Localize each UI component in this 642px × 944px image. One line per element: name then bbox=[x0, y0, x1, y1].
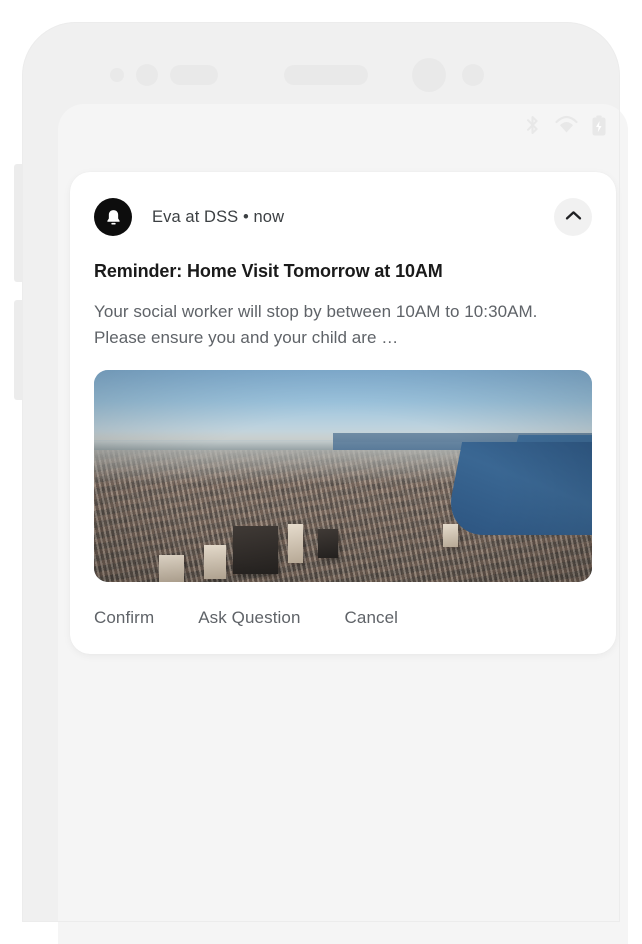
bezel-sensor-row bbox=[22, 53, 620, 97]
aerial-cityscape-photo bbox=[94, 369, 592, 582]
sensor-dot-small-icon bbox=[110, 68, 124, 82]
bell-icon bbox=[94, 198, 132, 236]
wifi-icon bbox=[555, 115, 578, 135]
notification-header: Eva at DSS • now bbox=[94, 194, 592, 240]
earpiece-speaker-icon bbox=[284, 65, 368, 85]
notification-title: Reminder: Home Visit Tomorrow at 10AM bbox=[94, 261, 443, 281]
photo-vignette bbox=[94, 369, 592, 582]
notification-sender: Eva at DSS • now bbox=[152, 207, 285, 226]
front-camera-icon bbox=[412, 58, 446, 92]
ask-question-button[interactable]: Ask Question bbox=[198, 608, 300, 628]
sensor-dot-large-icon bbox=[462, 64, 484, 86]
volume-up-button[interactable] bbox=[14, 164, 23, 282]
sensor-dot-medium-icon bbox=[136, 64, 158, 86]
sensor-pill-icon bbox=[170, 65, 218, 85]
notification-actions: Confirm Ask Question Cancel bbox=[94, 582, 592, 654]
confirm-button[interactable]: Confirm bbox=[94, 608, 154, 628]
phone-screen: Eva at DSS • now Reminder: Home Visit To… bbox=[58, 104, 628, 944]
chevron-up-icon bbox=[565, 208, 582, 226]
collapse-button[interactable] bbox=[554, 198, 592, 236]
battery-charging-icon bbox=[592, 115, 606, 136]
volume-down-button[interactable] bbox=[14, 300, 23, 400]
status-bar bbox=[58, 104, 628, 146]
phone-frame: Eva at DSS • now Reminder: Home Visit To… bbox=[14, 22, 628, 944]
bluetooth-icon bbox=[524, 115, 541, 135]
cancel-button[interactable]: Cancel bbox=[345, 608, 399, 628]
notification-body: Your social worker will stop by between … bbox=[94, 302, 538, 347]
notification-card[interactable]: Eva at DSS • now Reminder: Home Visit To… bbox=[70, 172, 616, 654]
